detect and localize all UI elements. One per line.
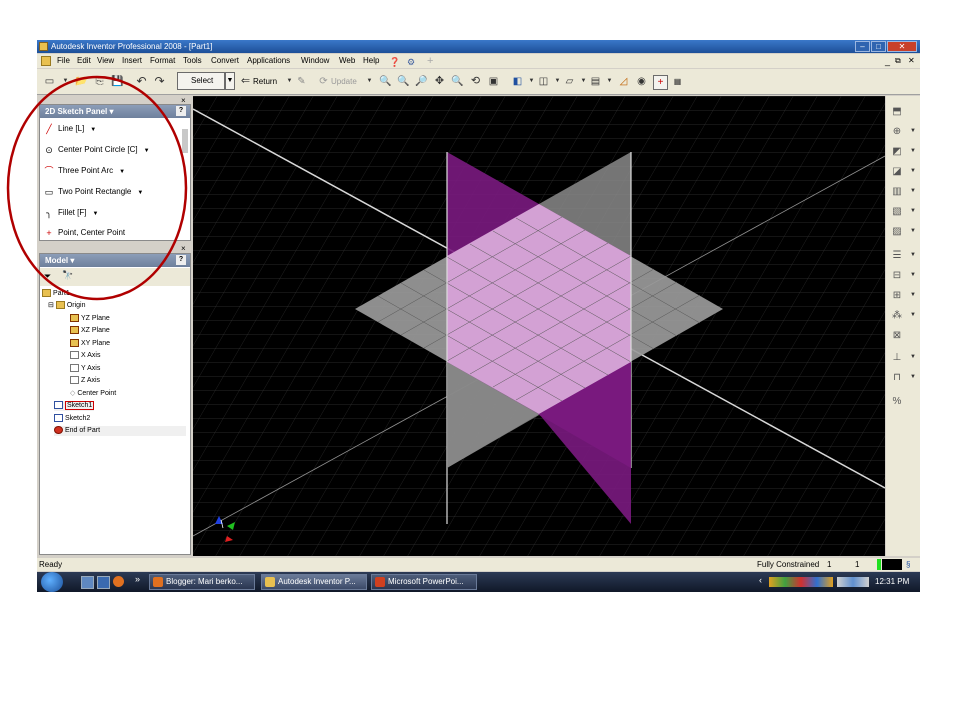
tray-icons[interactable] — [769, 577, 833, 587]
firefox-icon[interactable] — [113, 576, 124, 587]
firefox-icon — [153, 577, 163, 587]
inventor-icon — [265, 577, 275, 587]
tray-expand-icon[interactable]: ‹ — [759, 575, 762, 585]
windows-taskbar: » Blogger: Mari berko... Autodesk Invent… — [37, 572, 920, 592]
task-powerpoint[interactable]: Microsoft PowerPoi... — [371, 574, 477, 590]
switch-windows-icon[interactable] — [97, 576, 110, 589]
task-blogger[interactable]: Blogger: Mari berko... — [149, 574, 255, 590]
start-button[interactable] — [41, 572, 63, 592]
tray-system-icons[interactable] — [837, 577, 869, 587]
powerpoint-icon — [375, 577, 385, 587]
task-inventor[interactable]: Autodesk Inventor P... — [261, 574, 367, 590]
quicklaunch-more-icon[interactable]: » — [135, 574, 140, 584]
annotation-circle — [6, 75, 188, 301]
show-desktop-icon[interactable] — [81, 576, 94, 589]
clock[interactable]: 12:31 PM — [875, 572, 909, 592]
annotation-overlay — [6, 75, 188, 301]
